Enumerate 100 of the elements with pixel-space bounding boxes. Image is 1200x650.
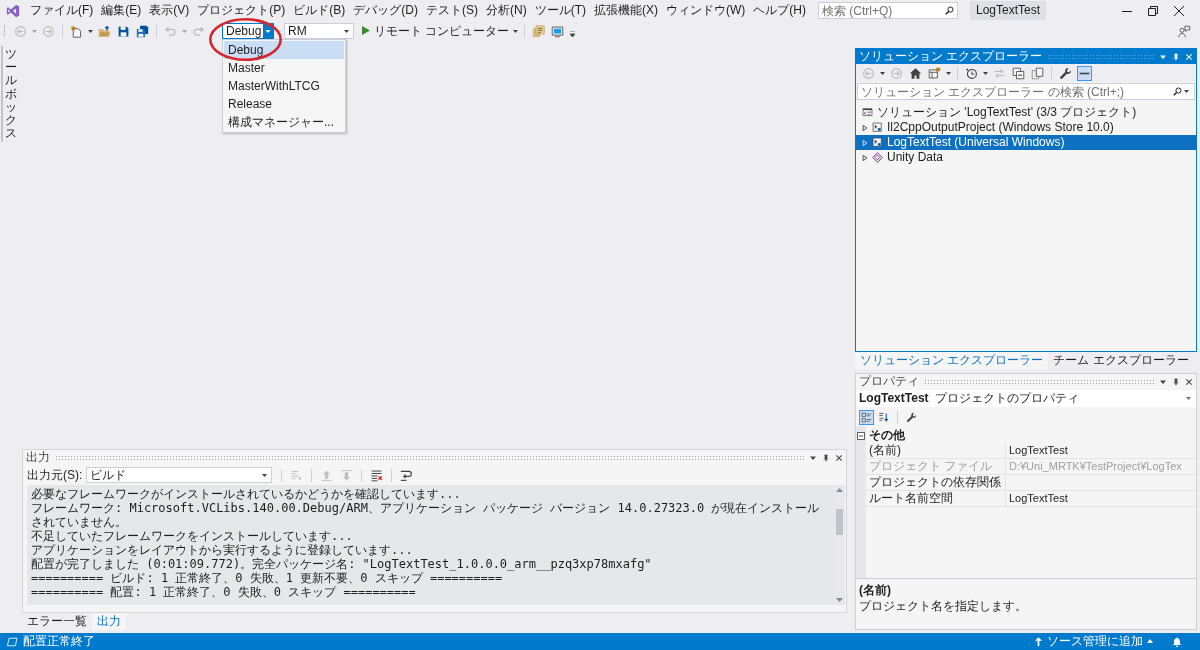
word-wrap-icon[interactable]	[400, 468, 414, 482]
source-control-button[interactable]: ソース管理に追加	[1047, 634, 1153, 649]
menu-item[interactable]: 表示(V)	[145, 3, 194, 18]
menu-item[interactable]: デバッグ(D)	[349, 3, 422, 18]
panel-title: プロパティ	[859, 374, 919, 389]
screen-icon[interactable]	[551, 24, 565, 38]
play-icon	[362, 26, 370, 36]
documents-icon[interactable]	[532, 24, 546, 38]
menu-option[interactable]: Debug	[224, 41, 344, 59]
caret-icon[interactable]	[946, 71, 951, 75]
panel-title: 出力	[26, 450, 50, 465]
menu-option[interactable]: Release	[224, 95, 344, 113]
tree-item[interactable]: LogTextTest (Universal Windows)	[856, 135, 1196, 150]
search-icon	[1173, 87, 1182, 96]
expand-arrow-icon[interactable]	[862, 153, 868, 162]
menu-item[interactable]: ウィンドウ(W)	[662, 3, 750, 18]
pin-icon[interactable]	[1172, 52, 1180, 61]
save-icon[interactable]	[117, 24, 130, 38]
scroll-down-icon[interactable]	[836, 598, 843, 602]
search-icon	[945, 6, 954, 15]
menu-option[interactable]: MasterWithLTCG	[224, 77, 344, 95]
search-field[interactable]: ソリューション エクスプローラー の検索 (Ctrl+;)	[857, 83, 1195, 100]
scrollbar[interactable]	[834, 485, 845, 605]
caret-icon[interactable]	[880, 71, 885, 75]
restore-icon[interactable]	[1148, 5, 1158, 16]
bell-icon[interactable]	[1172, 636, 1182, 647]
wrench-icon[interactable]	[1059, 66, 1072, 80]
caret-icon[interactable]	[1184, 90, 1189, 93]
property-value[interactable]: LogTextTest	[1006, 443, 1196, 458]
menu-item[interactable]: プロジェクト(P)	[193, 3, 290, 18]
menu-option[interactable]: Master	[224, 59, 344, 77]
caret-icon[interactable]	[88, 29, 93, 33]
toolbar-grip[interactable]	[3, 24, 6, 38]
property-name[interactable]: ルート名前空間	[866, 491, 1006, 506]
menu-item[interactable]: 分析(N)	[482, 3, 531, 18]
collapse-all-icon[interactable]	[1012, 66, 1025, 80]
caret-icon[interactable]	[983, 71, 988, 75]
property-name[interactable]: (名前)	[866, 443, 1006, 458]
panel-tab[interactable]: エラー一覧	[22, 613, 92, 630]
solution-icon	[862, 107, 873, 118]
dash-icon[interactable]	[1078, 66, 1091, 80]
tree-item[interactable]: Unity Data	[856, 150, 1196, 165]
new-page-icon[interactable]	[70, 24, 83, 38]
pin-icon[interactable]	[822, 453, 830, 462]
scroll-up-icon[interactable]	[836, 488, 843, 492]
menu-item[interactable]: 編集(E)	[97, 3, 146, 18]
caret-icon	[344, 29, 349, 33]
panel-title: ソリューション エクスプローラー	[859, 49, 1043, 64]
categorized-icon[interactable]	[859, 409, 874, 425]
configuration-dropdown[interactable]: Debug	[222, 23, 274, 39]
project-icon	[872, 137, 883, 148]
panel-tab[interactable]: チーム エクスプローラー	[1048, 352, 1194, 369]
caret-icon	[1147, 639, 1153, 644]
menu-item[interactable]: ツール(T)	[530, 3, 590, 18]
caret-icon	[262, 473, 268, 477]
up-arrow-icon	[1035, 637, 1042, 646]
folder-icon[interactable]	[98, 24, 111, 38]
menu-item[interactable]: ビルド(B)	[289, 3, 350, 18]
source-dropdown[interactable]: ビルド	[86, 467, 273, 483]
scrollbar-thumb[interactable]	[836, 509, 843, 535]
run-button[interactable]: リモート コンピューター	[360, 23, 512, 39]
menu-item[interactable]: ヘルプ(H)	[749, 3, 810, 18]
menu-item[interactable]: 拡張機能(X)	[590, 3, 662, 18]
category-label: その他	[869, 428, 905, 443]
menu-item[interactable]: テスト(S)	[422, 3, 482, 18]
window-title: LogTextTest	[970, 1, 1047, 20]
window-layout-icon[interactable]	[928, 66, 941, 80]
collapse-icon[interactable]	[857, 431, 865, 440]
panel-tab[interactable]: 出力	[92, 613, 126, 630]
diamond-icon	[872, 152, 883, 163]
property-name[interactable]: プロジェクトの依存関係	[866, 475, 1006, 490]
overflow-icon[interactable]	[570, 30, 576, 37]
tree-item[interactable]: ソリューション 'LogTextTest' (3/3 プロジェクト)	[856, 105, 1196, 120]
platform-dropdown[interactable]: RM	[284, 23, 354, 39]
object-selector[interactable]: LogTextTest プロジェクトのプロパティ	[856, 390, 1196, 407]
project-icon	[872, 122, 883, 133]
search-field[interactable]: 検索 (Ctrl+Q)	[818, 2, 958, 19]
show-all-files-icon[interactable]	[1031, 66, 1044, 80]
logo-icon[interactable]	[6, 3, 20, 18]
caret-icon[interactable]	[513, 29, 519, 33]
clear-list-icon[interactable]	[370, 468, 384, 482]
pin-icon[interactable]	[1172, 377, 1180, 386]
status-message: 配置正常終了	[23, 634, 95, 649]
menu-option[interactable]: 構成マネージャー...	[224, 113, 344, 131]
feedback-icon[interactable]	[1178, 24, 1191, 38]
save-all-icon[interactable]	[136, 24, 149, 38]
property-value[interactable]: LogTextTest	[1006, 491, 1196, 506]
menu-item[interactable]: ファイル(F)	[26, 3, 98, 18]
close-icon[interactable]	[1185, 377, 1193, 386]
close-icon[interactable]	[835, 453, 843, 462]
output-line: 必要なフレームワークがインストールされているかどうかを確認しています...	[31, 487, 462, 501]
clock-icon[interactable]	[965, 66, 978, 80]
panel-tab[interactable]: ソリューション エクスプローラー	[855, 352, 1049, 369]
expand-arrow-icon[interactable]	[862, 123, 868, 132]
close-icon[interactable]	[1174, 5, 1184, 16]
home-icon[interactable]	[909, 66, 922, 80]
toolbox-tab[interactable]: ツールボックス	[1, 46, 18, 143]
output-line: アプリケーションをレイアウトから実行するように登録しています...	[31, 543, 414, 557]
source-label: 出力元(S):	[27, 467, 83, 483]
tree-item[interactable]: Il2CppOutputProject (Windows Store 10.0)	[856, 120, 1196, 135]
